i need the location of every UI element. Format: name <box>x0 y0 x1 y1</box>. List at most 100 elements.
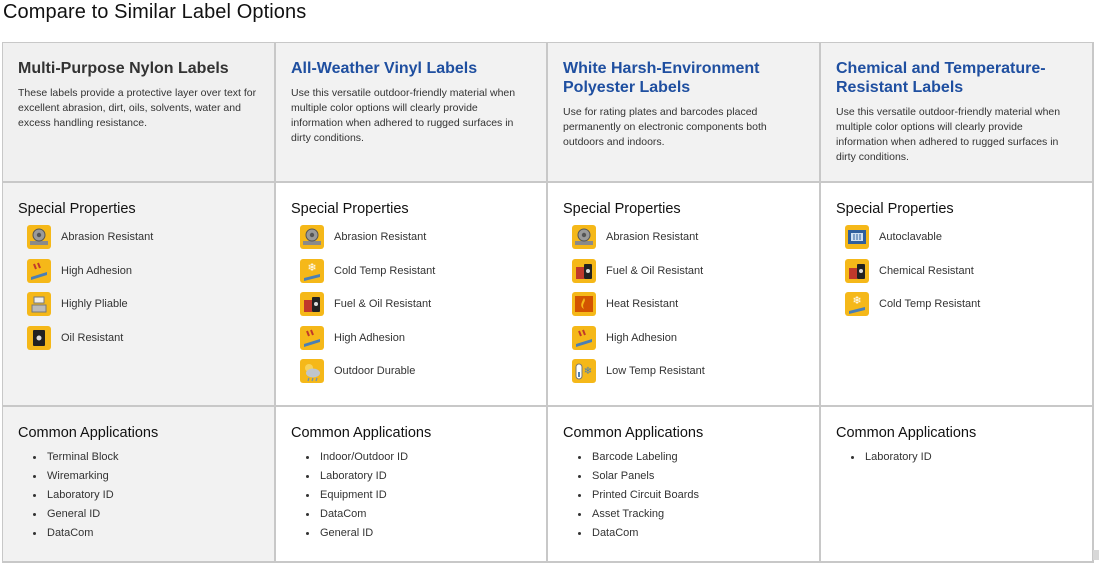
section-title: Common Applications <box>291 425 432 441</box>
application-item: Terminal Block <box>45 448 259 467</box>
application-item: Laboratory ID <box>863 448 1077 467</box>
application-item: Laboratory ID <box>45 486 259 505</box>
property-item: High Adhesion <box>572 325 804 351</box>
column-title-link[interactable]: White Harsh-Environment Polyester Labels <box>563 59 804 97</box>
column-title: Multi-Purpose Nylon Labels <box>18 60 229 77</box>
properties-list: Abrasion Resistant High Adhesion Highly Pl… <box>18 224 259 351</box>
application-item: Indoor/Outdoor ID <box>318 448 531 467</box>
application-item: General ID <box>318 524 531 543</box>
property-label: Abrasion Resistant <box>334 231 427 243</box>
properties-cell: Special Properties Abrasion Resistant Hig… <box>3 183 276 407</box>
low-temp-icon: ❄ <box>572 359 596 384</box>
svg-text:❄: ❄ <box>584 366 592 377</box>
column-description: These labels provide a protective layer … <box>18 87 257 129</box>
property-item: Outdoor Durable <box>300 358 531 384</box>
abrasion-icon <box>300 225 324 249</box>
applications-list: Barcode LabelingSolar PanelsPrinted Circ… <box>563 448 804 543</box>
property-label: Chemical Resistant <box>879 264 974 277</box>
svg-text:❄: ❄ <box>307 261 316 274</box>
property-label: High Adhesion <box>606 331 677 344</box>
properties-cell: Special Properties Abrasion Resistant Fue… <box>548 183 821 407</box>
property-label: Cold Temp Resistant <box>879 298 981 311</box>
property-label: Fuel & Oil Resistant <box>334 298 432 311</box>
pliable-icon <box>27 292 51 317</box>
abrasion-icon <box>27 225 51 249</box>
applications-list: Terminal BlockWiremarkingLaboratory IDGe… <box>18 448 259 543</box>
weather-icon <box>300 359 324 384</box>
property-item: Oil Resistant <box>27 325 259 351</box>
application-item: Barcode Labeling <box>590 448 804 467</box>
property-item: Abrasion Resistant <box>27 224 259 250</box>
property-label: High Adhesion <box>61 264 132 277</box>
property-label: Low Temp Resistant <box>606 365 705 378</box>
section-title: Special Properties <box>291 201 409 217</box>
section-title: Special Properties <box>18 201 136 217</box>
application-item: Laboratory ID <box>318 467 531 486</box>
column-description: Use this versatile outdoor-friendly mate… <box>291 87 516 144</box>
property-label: Autoclavable <box>879 231 942 243</box>
comparison-table: Multi-Purpose Nylon Labels These labels … <box>2 42 1094 563</box>
section-title: Common Applications <box>18 425 159 441</box>
application-item: DataCom <box>45 524 259 543</box>
property-item: Fuel & Oil Resistant <box>300 291 531 317</box>
application-item: Equipment ID <box>318 486 531 505</box>
application-item: Printed Circuit Boards <box>590 486 804 505</box>
column-description: Use for rating plates and barcodes place… <box>563 106 767 148</box>
applications-list: Laboratory ID <box>836 448 1077 467</box>
property-item: ❄ Cold Temp Resistant <box>300 258 531 284</box>
property-label: Oil Resistant <box>61 331 124 344</box>
property-label: Highly Pliable <box>61 298 128 311</box>
column-header-polyester[interactable]: White Harsh-Environment Polyester Labels… <box>548 43 821 183</box>
property-item: Autoclavable <box>845 224 1077 250</box>
section-title: Common Applications <box>563 425 704 441</box>
section-title: Special Properties <box>836 201 954 217</box>
cold-icon: ❄ <box>300 258 324 283</box>
application-item: Asset Tracking <box>590 505 804 524</box>
property-label: Fuel & Oil Resistant <box>606 264 704 277</box>
column-header-chemical[interactable]: Chemical and Temperature-Resistant Label… <box>821 43 1094 183</box>
application-item: General ID <box>45 505 259 524</box>
section-title: Common Applications <box>836 425 977 441</box>
property-item: Abrasion Resistant <box>300 224 531 250</box>
heat-icon <box>572 292 596 317</box>
applications-cell: Common Applications Terminal BlockWirema… <box>3 407 276 563</box>
applications-cell: Common Applications Barcode LabelingSola… <box>548 407 821 563</box>
property-label: High Adhesion <box>334 331 405 344</box>
column-title-link[interactable]: Chemical and Temperature-Resistant Label… <box>836 59 1077 97</box>
applications-list: Indoor/Outdoor IDLaboratory IDEquipment … <box>291 448 531 543</box>
column-title-link[interactable]: All-Weather Vinyl Labels <box>291 59 531 78</box>
property-item: ❄ Low Temp Resistant <box>572 358 804 384</box>
abrasion-icon <box>572 225 596 249</box>
properties-list: Abrasion Resistant ❄ Cold Temp Resistant Fu… <box>291 224 531 384</box>
column-description: Use this versatile outdoor-friendly mate… <box>836 106 1061 163</box>
property-item: Chemical Resistant <box>845 258 1077 284</box>
application-item: Solar Panels <box>590 467 804 486</box>
adhesion-icon <box>27 258 51 283</box>
properties-cell: Special Properties Abrasion Resistant ❄ Co… <box>276 183 548 407</box>
autoclave-icon <box>845 225 869 249</box>
adhesion-icon <box>300 325 324 350</box>
property-item: High Adhesion <box>27 258 259 284</box>
property-label: Abrasion Resistant <box>606 231 699 243</box>
property-item: Heat Resistant <box>572 291 804 317</box>
property-item: Fuel & Oil Resistant <box>572 258 804 284</box>
application-item: DataCom <box>318 505 531 524</box>
applications-cell: Common Applications Indoor/Outdoor IDLab… <box>276 407 548 563</box>
fuel-icon <box>300 292 324 317</box>
column-header-vinyl[interactable]: All-Weather Vinyl Labels Use this versat… <box>276 43 548 183</box>
applications-cell: Common Applications Laboratory ID <box>821 407 1094 563</box>
application-item: DataCom <box>590 524 804 543</box>
property-label: Outdoor Durable <box>334 365 416 378</box>
adhesion-icon <box>572 325 596 350</box>
property-item: High Adhesion <box>300 325 531 351</box>
properties-list: Abrasion Resistant Fuel & Oil Resistant He… <box>563 224 804 384</box>
cold-icon: ❄ <box>845 292 869 317</box>
oil-icon <box>27 325 51 350</box>
properties-list: Autoclavable Chemical Resistant ❄ Cold Temp… <box>836 224 1077 317</box>
svg-text:❄: ❄ <box>852 294 861 307</box>
properties-cell: Special Properties Autoclavable Chemical … <box>821 183 1094 407</box>
property-label: Cold Temp Resistant <box>334 264 436 277</box>
section-title: Special Properties <box>563 201 681 217</box>
scrollbar-corner[interactable] <box>1093 550 1099 560</box>
property-label: Abrasion Resistant <box>61 231 154 243</box>
